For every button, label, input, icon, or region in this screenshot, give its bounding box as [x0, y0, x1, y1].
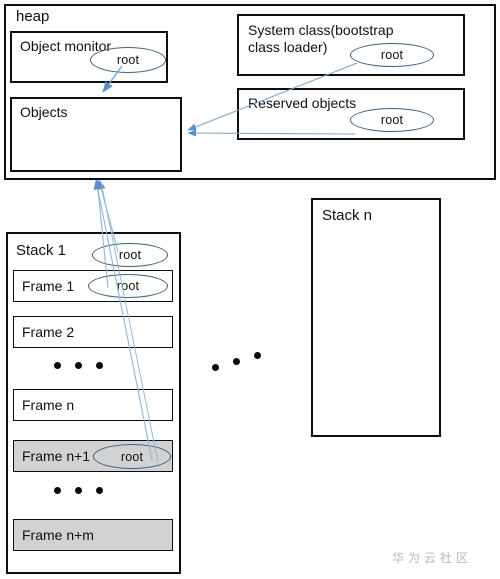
system-class-root-label: root [380, 48, 404, 62]
frame-n-plus-1-root-label: root [120, 449, 144, 464]
stack-1-ellipsis-bottom [54, 487, 103, 494]
heap-label: heap [16, 8, 50, 25]
frame-n-plus-1-label: Frame n+1 [22, 448, 91, 464]
object-monitor-root-ellipse: root [90, 47, 166, 73]
stack-n-label: Stack n [322, 207, 373, 224]
frame-1-label: Frame 1 [22, 278, 75, 294]
frame-2-label: Frame 2 [22, 324, 75, 340]
frame-n-plus-1-root-ellipse: root [93, 444, 171, 469]
stack-1-root-label: root [118, 248, 142, 262]
stack-1-ellipsis-top [54, 362, 103, 369]
frame-n-plus-m-label: Frame n+m [22, 527, 94, 543]
diagram-canvas: heap Object monitor root Objects System … [0, 0, 500, 579]
reserved-objects-root-ellipse: root [350, 108, 434, 132]
reserved-objects-root-label: root [380, 113, 404, 127]
stack-n-box [311, 198, 441, 437]
objects-label: Objects [20, 104, 68, 120]
frame-1-root-label: root [116, 279, 140, 293]
frame-1-root-ellipse: root [88, 274, 168, 298]
watermark-text: 华为云社区 [392, 551, 473, 565]
frame-n-label: Frame n [22, 397, 75, 413]
system-class-root-ellipse: root [350, 43, 434, 67]
reserved-objects-label: Reserved objects [248, 95, 357, 111]
stack-1-root-ellipse: root [92, 243, 168, 267]
stack-1-label: Stack 1 [16, 242, 67, 259]
between-stacks-ellipsis [212, 352, 261, 371]
object-monitor-root-label: root [116, 53, 140, 67]
